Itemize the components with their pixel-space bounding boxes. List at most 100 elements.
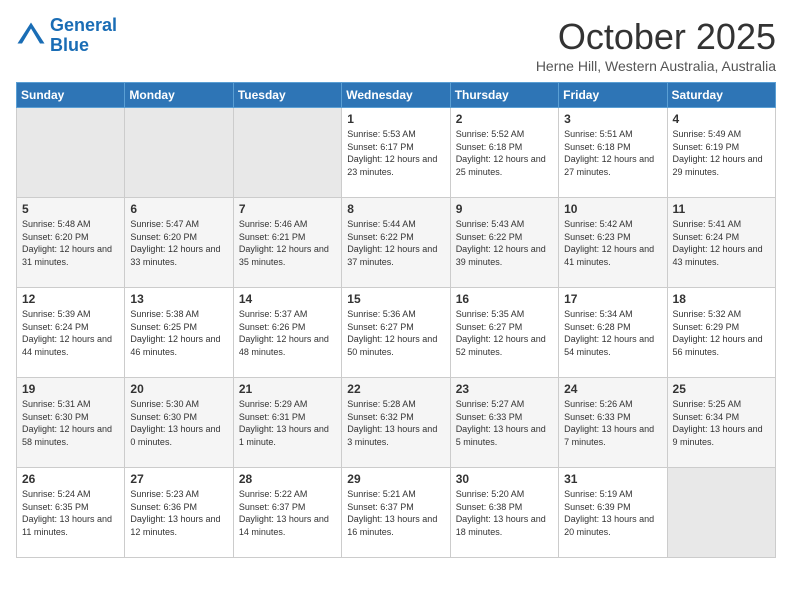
day-info: Sunrise: 5:48 AMSunset: 6:20 PMDaylight:… xyxy=(22,218,119,268)
day-number: 24 xyxy=(564,382,661,396)
day-info: Sunrise: 5:47 AMSunset: 6:20 PMDaylight:… xyxy=(130,218,227,268)
logo-icon xyxy=(16,21,46,51)
day-info: Sunrise: 5:25 AMSunset: 6:34 PMDaylight:… xyxy=(673,398,770,448)
page-header: General Blue October 2025 Herne Hill, We… xyxy=(16,16,776,74)
table-row: 13 Sunrise: 5:38 AMSunset: 6:25 PMDayligh… xyxy=(125,288,233,378)
day-info: Sunrise: 5:53 AMSunset: 6:17 PMDaylight:… xyxy=(347,128,444,178)
day-info: Sunrise: 5:20 AMSunset: 6:38 PMDaylight:… xyxy=(456,488,553,538)
table-row xyxy=(17,108,125,198)
day-info: Sunrise: 5:30 AMSunset: 6:30 PMDaylight:… xyxy=(130,398,227,448)
day-info: Sunrise: 5:36 AMSunset: 6:27 PMDaylight:… xyxy=(347,308,444,358)
location-subtitle: Herne Hill, Western Australia, Australia xyxy=(536,58,776,74)
table-row: 18Sunrise: 5:32 AMSunset: 6:29 PMDayligh… xyxy=(667,288,775,378)
day-info: Sunrise: 5:27 AMSunset: 6:33 PMDaylight:… xyxy=(456,398,553,448)
day-info: Sunrise: 5:22 AMSunset: 6:37 PMDaylight:… xyxy=(239,488,336,538)
table-row: 26 Sunrise: 5:24 AMSunset: 6:35 PMDayligh… xyxy=(17,468,125,558)
day-info: Sunrise: 5:43 AMSunset: 6:22 PMDaylight:… xyxy=(456,218,553,268)
day-number: 10 xyxy=(564,202,661,216)
day-info: Sunrise: 5:21 AMSunset: 6:37 PMDaylight:… xyxy=(347,488,444,538)
day-info: Sunrise: 5:37 AMSunset: 6:26 PMDaylight:… xyxy=(239,308,336,358)
day-number: 23 xyxy=(456,382,553,396)
day-number: 22 xyxy=(347,382,444,396)
day-info: Sunrise: 5:38 AMSunset: 6:25 PMDaylight:… xyxy=(130,308,227,358)
day-number: 31 xyxy=(564,472,661,486)
header-wednesday: Wednesday xyxy=(342,83,450,108)
day-info: Sunrise: 5:44 AMSunset: 6:22 PMDaylight:… xyxy=(347,218,444,268)
table-row: 11 Sunrise: 5:41 AMSunset: 6:24 PMDayligh… xyxy=(667,198,775,288)
day-number: 20 xyxy=(130,382,227,396)
day-info: Sunrise: 5:28 AMSunset: 6:32 PMDaylight:… xyxy=(347,398,444,448)
day-number: 21 xyxy=(239,382,336,396)
day-info: Sunrise: 5:49 AMSunset: 6:19 PMDaylight:… xyxy=(673,128,770,178)
header-saturday: Saturday xyxy=(667,83,775,108)
day-info: Sunrise: 5:23 AMSunset: 6:36 PMDaylight:… xyxy=(130,488,227,538)
day-number: 30 xyxy=(456,472,553,486)
table-row: 1Sunrise: 5:53 AMSunset: 6:17 PMDaylight… xyxy=(342,108,450,198)
day-info: Sunrise: 5:42 AMSunset: 6:23 PMDaylight:… xyxy=(564,218,661,268)
weekday-header-row: Sunday Monday Tuesday Wednesday Thursday… xyxy=(17,83,776,108)
table-row: 22 Sunrise: 5:28 AMSunset: 6:32 PMDayligh… xyxy=(342,378,450,468)
day-info: Sunrise: 5:19 AMSunset: 6:39 PMDaylight:… xyxy=(564,488,661,538)
day-number: 15 xyxy=(347,292,444,306)
day-number: 29 xyxy=(347,472,444,486)
title-block: October 2025 Herne Hill, Western Austral… xyxy=(536,16,776,74)
day-number: 4 xyxy=(673,112,770,126)
day-number: 26 xyxy=(22,472,119,486)
table-row: 17 Sunrise: 5:34 AMSunset: 6:28 PMDayligh… xyxy=(559,288,667,378)
day-info: Sunrise: 5:52 AMSunset: 6:18 PMDaylight:… xyxy=(456,128,553,178)
day-info: Sunrise: 5:46 AMSunset: 6:21 PMDaylight:… xyxy=(239,218,336,268)
day-number: 13 xyxy=(130,292,227,306)
day-number: 5 xyxy=(22,202,119,216)
table-row: 15 Sunrise: 5:36 AMSunset: 6:27 PMDayligh… xyxy=(342,288,450,378)
day-number: 11 xyxy=(673,202,770,216)
day-info: Sunrise: 5:51 AMSunset: 6:18 PMDaylight:… xyxy=(564,128,661,178)
table-row: 29 Sunrise: 5:21 AMSunset: 6:37 PMDayligh… xyxy=(342,468,450,558)
header-sunday: Sunday xyxy=(17,83,125,108)
table-row: 19Sunrise: 5:31 AMSunset: 6:30 PMDayligh… xyxy=(17,378,125,468)
day-number: 25 xyxy=(673,382,770,396)
day-info: Sunrise: 5:41 AMSunset: 6:24 PMDaylight:… xyxy=(673,218,770,268)
table-row: 14Sunrise: 5:37 AMSunset: 6:26 PMDayligh… xyxy=(233,288,341,378)
logo-line1: General xyxy=(50,16,117,36)
table-row: 24Sunrise: 5:26 AMSunset: 6:33 PMDayligh… xyxy=(559,378,667,468)
table-row: 21 Sunrise: 5:29 AMSunset: 6:31 PMDayligh… xyxy=(233,378,341,468)
table-row: 3 Sunrise: 5:51 AMSunset: 6:18 PMDaylight… xyxy=(559,108,667,198)
month-title: October 2025 xyxy=(536,16,776,58)
table-row: 12Sunrise: 5:39 AMSunset: 6:24 PMDayligh… xyxy=(17,288,125,378)
table-row: 10 Sunrise: 5:42 AMSunset: 6:23 PMDayligh… xyxy=(559,198,667,288)
table-row: 9Sunrise: 5:43 AMSunset: 6:22 PMDaylight… xyxy=(450,198,558,288)
calendar-week-row: 1Sunrise: 5:53 AMSunset: 6:17 PMDaylight… xyxy=(17,108,776,198)
logo: General Blue xyxy=(16,16,117,56)
calendar-table: Sunday Monday Tuesday Wednesday Thursday… xyxy=(16,82,776,558)
table-row: 4 Sunrise: 5:49 AMSunset: 6:19 PMDaylight… xyxy=(667,108,775,198)
day-number: 7 xyxy=(239,202,336,216)
header-friday: Friday xyxy=(559,83,667,108)
calendar-week-row: 19Sunrise: 5:31 AMSunset: 6:30 PMDayligh… xyxy=(17,378,776,468)
day-number: 27 xyxy=(130,472,227,486)
logo-text: General Blue xyxy=(50,16,117,56)
day-number: 28 xyxy=(239,472,336,486)
day-info: Sunrise: 5:35 AMSunset: 6:27 PMDaylight:… xyxy=(456,308,553,358)
table-row xyxy=(233,108,341,198)
day-info: Sunrise: 5:29 AMSunset: 6:31 PMDaylight:… xyxy=(239,398,336,448)
table-row: 2Sunrise: 5:52 AMSunset: 6:18 PMDaylight… xyxy=(450,108,558,198)
header-thursday: Thursday xyxy=(450,83,558,108)
day-info: Sunrise: 5:34 AMSunset: 6:28 PMDaylight:… xyxy=(564,308,661,358)
table-row: 31 Sunrise: 5:19 AMSunset: 6:39 PMDayligh… xyxy=(559,468,667,558)
table-row: 20 Sunrise: 5:30 AMSunset: 6:30 PMDayligh… xyxy=(125,378,233,468)
day-number: 17 xyxy=(564,292,661,306)
table-row: 7 Sunrise: 5:46 AMSunset: 6:21 PMDaylight… xyxy=(233,198,341,288)
calendar-week-row: 5 Sunrise: 5:48 AMSunset: 6:20 PMDaylight… xyxy=(17,198,776,288)
calendar-week-row: 26 Sunrise: 5:24 AMSunset: 6:35 PMDayligh… xyxy=(17,468,776,558)
day-number: 6 xyxy=(130,202,227,216)
table-row: 27 Sunrise: 5:23 AMSunset: 6:36 PMDayligh… xyxy=(125,468,233,558)
day-number: 16 xyxy=(456,292,553,306)
table-row xyxy=(125,108,233,198)
table-row: 8Sunrise: 5:44 AMSunset: 6:22 PMDaylight… xyxy=(342,198,450,288)
calendar-week-row: 12Sunrise: 5:39 AMSunset: 6:24 PMDayligh… xyxy=(17,288,776,378)
day-info: Sunrise: 5:39 AMSunset: 6:24 PMDaylight:… xyxy=(22,308,119,358)
day-number: 3 xyxy=(564,112,661,126)
day-number: 19 xyxy=(22,382,119,396)
day-info: Sunrise: 5:24 AMSunset: 6:35 PMDaylight:… xyxy=(22,488,119,538)
day-number: 18 xyxy=(673,292,770,306)
